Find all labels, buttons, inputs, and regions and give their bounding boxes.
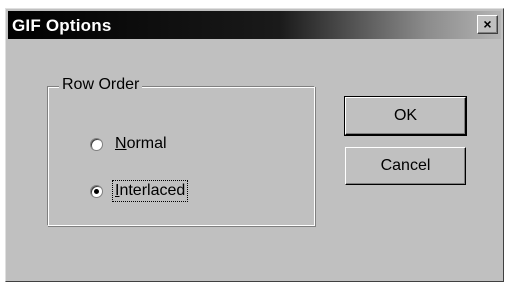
close-icon: × bbox=[483, 16, 492, 32]
radio-interlaced-label[interactable]: Interlaced bbox=[111, 180, 189, 202]
window-title: GIF Options bbox=[12, 16, 112, 35]
row-order-group bbox=[47, 86, 315, 226]
radio-interlaced-button[interactable] bbox=[90, 184, 103, 198]
radio-normal[interactable]: Normal bbox=[90, 134, 169, 154]
radio-normal-button[interactable] bbox=[90, 137, 103, 151]
cancel-button[interactable]: Cancel bbox=[345, 147, 466, 185]
close-button[interactable]: × bbox=[477, 15, 498, 34]
radio-interlaced[interactable]: Interlaced bbox=[90, 180, 189, 202]
ok-button[interactable]: OK bbox=[344, 96, 467, 136]
radio-normal-label[interactable]: Normal bbox=[113, 134, 169, 154]
row-order-label: Row Order bbox=[59, 76, 143, 94]
title-bar[interactable]: GIF Options × bbox=[8, 11, 501, 39]
radio-selected-dot-icon bbox=[94, 188, 99, 194]
